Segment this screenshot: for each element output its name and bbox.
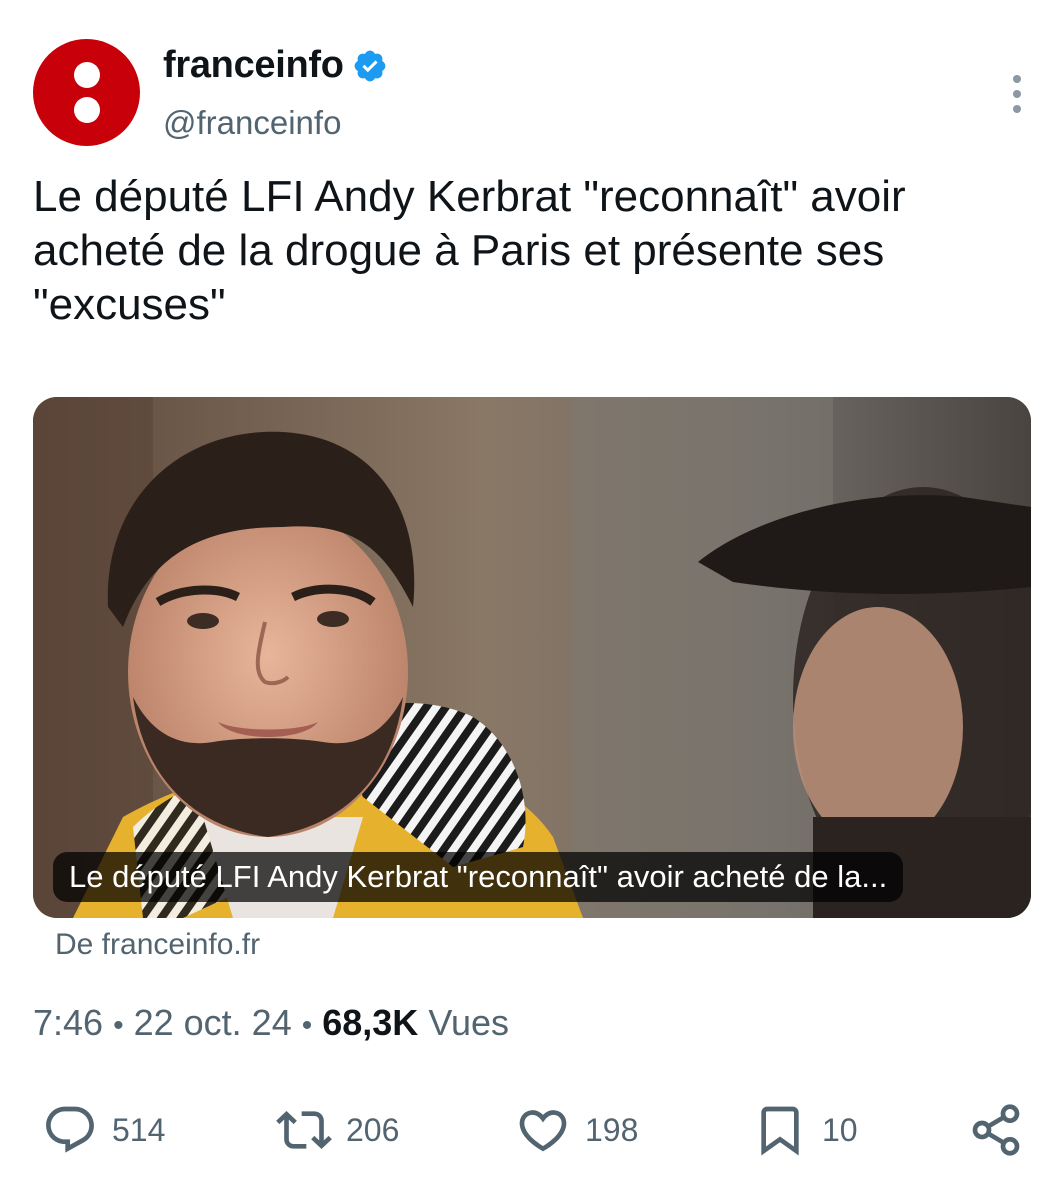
tweet-detail: franceinfo @franceinfo Le député LFI And… <box>0 0 1064 1200</box>
tweet-time: 7:46 <box>33 1002 104 1043</box>
reply-count: 514 <box>112 1111 166 1148</box>
author-handle[interactable]: @franceinfo <box>163 104 341 142</box>
retweet-button[interactable]: 206 <box>276 1095 399 1165</box>
display-name[interactable]: franceinfo <box>163 44 344 87</box>
avatar-logo-dot <box>74 62 100 88</box>
bookmark-count: 10 <box>822 1111 858 1148</box>
tweet-meta: 7:46 • 22 oct. 24 • 68,3K Vues <box>33 1002 509 1044</box>
meta-separator: • <box>301 1009 313 1042</box>
bookmark-icon <box>761 1106 799 1156</box>
views-count: 68,3K <box>322 1002 419 1043</box>
like-button[interactable]: 198 <box>515 1095 638 1165</box>
avatar[interactable] <box>33 39 140 146</box>
tweet-text: Le député LFI Andy Kerbrat "reconnaît" a… <box>33 172 906 329</box>
views-label: Vues <box>428 1002 510 1043</box>
reply-icon <box>46 1106 94 1153</box>
reply-button[interactable]: 514 <box>42 1095 165 1165</box>
bookmark-button[interactable]: 10 <box>752 1095 858 1165</box>
share-button[interactable] <box>968 1095 1024 1165</box>
retweet-icon <box>276 1111 332 1149</box>
like-icon <box>519 1110 567 1152</box>
share-icon <box>972 1104 1020 1156</box>
action-bar: 514 206 198 10 <box>0 1095 1064 1165</box>
like-count: 198 <box>585 1111 639 1148</box>
author-name-row[interactable]: franceinfo <box>163 44 388 87</box>
more-vertical-icon[interactable] <box>1010 75 1024 113</box>
retweet-count: 206 <box>346 1111 400 1148</box>
meta-separator: • <box>113 1009 124 1042</box>
link-card[interactable]: Le député LFI Andy Kerbrat "reconnaît" a… <box>33 397 1031 918</box>
card-caption: Le député LFI Andy Kerbrat "reconnaît" a… <box>53 852 904 902</box>
verified-badge-icon <box>354 50 386 81</box>
avatar-logo-dot <box>74 97 100 123</box>
tweet-date: 22 oct. 24 <box>133 1002 292 1043</box>
card-image <box>33 397 1031 918</box>
card-source[interactable]: De franceinfo.fr <box>55 928 260 962</box>
